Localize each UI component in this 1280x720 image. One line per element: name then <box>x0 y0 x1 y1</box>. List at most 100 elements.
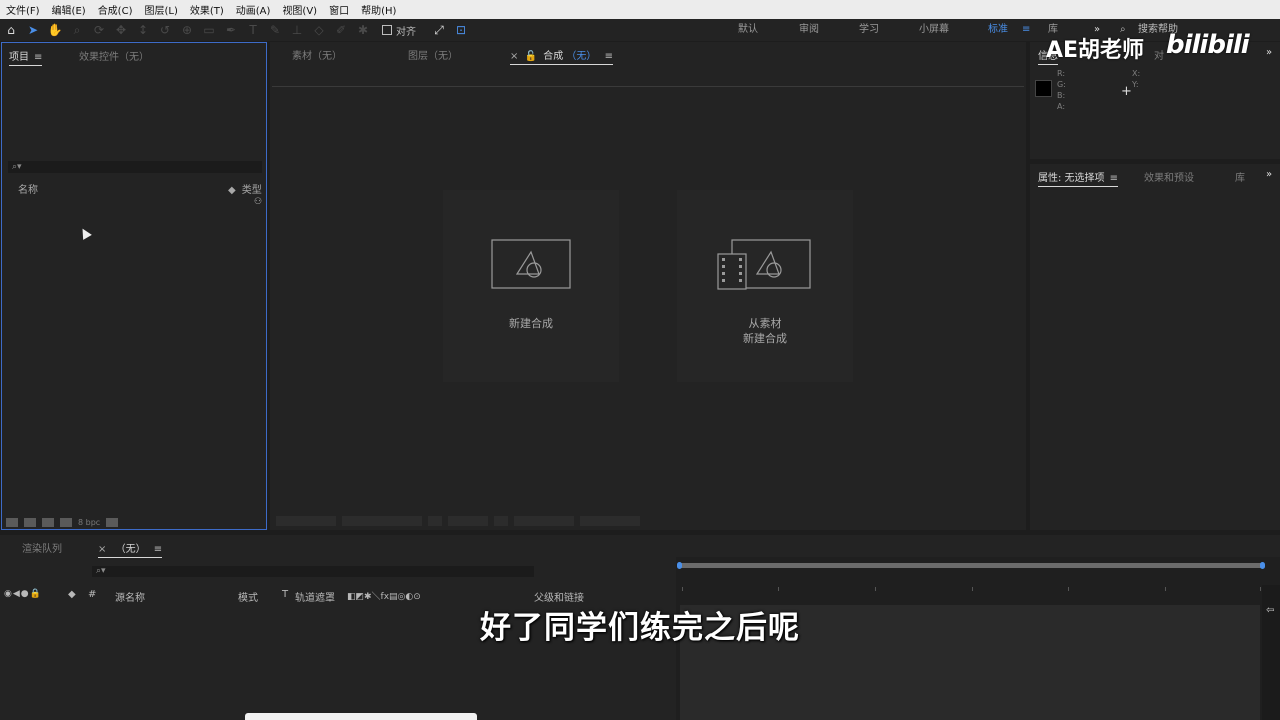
from-footage-label-2: 新建合成 <box>743 332 787 345</box>
region-toggle[interactable] <box>580 516 640 526</box>
tab-library[interactable]: 库 <box>1235 169 1245 184</box>
close-icon[interactable]: × <box>98 544 106 555</box>
anchor-tool-icon[interactable]: ⊕ <box>176 19 198 41</box>
workspace-standard[interactable]: 标准 <box>988 19 1008 41</box>
view-layout-dropdown[interactable] <box>514 516 574 526</box>
menu-help[interactable]: 帮助(H) <box>361 2 396 17</box>
composition-tabbar: 素材（无） 图层（无） × 🔓 合成 （无） ≡ <box>270 42 1026 65</box>
menu-layer[interactable]: 图层(L) <box>144 2 177 17</box>
menu-edit[interactable]: 编辑(E) <box>52 2 86 17</box>
menu-animation[interactable]: 动画(A) <box>236 2 271 17</box>
tab-properties[interactable]: 属性: 无选择项 ≡ <box>1038 169 1118 187</box>
tab-render-queue[interactable]: 渲染队列 <box>22 540 62 555</box>
interpret-footage-icon[interactable] <box>6 518 18 527</box>
project-panel: 项目 ≡ 效果控件（无） ⌕▾ 名称 ◆ 类型 ⚇ 8 bpc <box>1 42 267 530</box>
channel-dropdown[interactable] <box>448 516 488 526</box>
pen-tool-icon[interactable]: ✒ <box>220 19 242 41</box>
new-composition-from-footage-button[interactable]: 从素材 新建合成 <box>677 190 853 382</box>
tab-project-label: 项目 <box>9 52 29 63</box>
time-ruler[interactable] <box>678 587 1264 591</box>
dolly-tool-icon[interactable]: ↕ <box>132 19 154 41</box>
layer-switches-icons[interactable]: ◧◩✱＼fx▤◎◐⊙ <box>347 589 421 602</box>
orbit-tool-icon[interactable]: ⟳ <box>88 19 110 41</box>
panel-menu-icon[interactable]: ≡ <box>154 544 162 555</box>
coord-y: Y: <box>1132 80 1139 89</box>
brush-tool-icon[interactable]: ✎ <box>264 19 286 41</box>
new-composition-button[interactable]: 新建合成 <box>443 190 619 382</box>
channel-a: A: <box>1057 102 1066 111</box>
project-search-input[interactable]: ⌕▾ <box>8 161 262 173</box>
label-tag-icon: ◆ <box>228 185 236 196</box>
panel-menu-icon[interactable]: ≡ <box>605 51 613 62</box>
panel-menu-icon[interactable]: ≡ <box>34 52 42 63</box>
work-area-bar[interactable] <box>677 562 1265 569</box>
workspace-learn[interactable]: 学习 <box>859 19 879 41</box>
tab-effect-controls[interactable]: 效果控件（无） <box>79 48 149 63</box>
roto-brush-tool-icon[interactable]: ✐ <box>330 19 352 41</box>
clone-stamp-tool-icon[interactable]: ⊥ <box>286 19 308 41</box>
col-preserve-transparency[interactable]: T <box>282 589 288 600</box>
hand-tool-icon[interactable]: ✋ <box>44 19 66 41</box>
project-col-name[interactable]: 名称 <box>18 181 38 196</box>
tab-composition-suffix: （无） <box>566 51 597 62</box>
video-subtitle: 好了同学们练完之后呢 <box>480 610 800 646</box>
workspace-menu-icon[interactable]: ≡ <box>1022 19 1030 41</box>
home-icon[interactable]: ⌂ <box>0 19 22 41</box>
channel-r: R: <box>1057 69 1066 78</box>
lock-icon[interactable]: 🔓 <box>525 51 537 62</box>
menu-composition[interactable]: 合成(C) <box>98 2 133 17</box>
bpc-toggle[interactable]: 8 bpc <box>78 518 100 527</box>
snap-target-icon[interactable]: ⊡ <box>450 19 472 41</box>
menu-view[interactable]: 视图(V) <box>282 2 317 17</box>
tab-composition[interactable]: × 🔓 合成 （无） ≡ <box>510 47 613 65</box>
watermark-text: AE胡老师 <box>1046 38 1145 63</box>
camera-icon[interactable] <box>428 516 442 526</box>
timeline-search-input[interactable]: ⌕▾ <box>92 566 534 577</box>
menu-effect[interactable]: 效果(T) <box>190 2 224 17</box>
project-col-type[interactable]: ◆ 类型 <box>228 181 262 196</box>
panel-overflow-icon[interactable]: » <box>1266 169 1272 180</box>
new-folder-icon[interactable] <box>24 518 36 527</box>
zoom-tool-icon[interactable]: ⌕ <box>66 19 88 41</box>
puppet-tool-icon[interactable]: ✱ <box>352 19 374 41</box>
snap-options-icon[interactable]: ⤢ <box>428 19 450 41</box>
tab-effects-presets[interactable]: 效果和预设 <box>1144 169 1194 184</box>
workspace-default[interactable]: 默认 <box>738 19 758 41</box>
tab-timeline-comp[interactable]: × （无） ≡ <box>98 540 163 558</box>
adjust-settings-icon[interactable] <box>60 518 72 527</box>
workspace-review[interactable]: 审阅 <box>799 19 819 41</box>
close-icon[interactable]: × <box>510 51 518 62</box>
text-tool-icon[interactable]: T <box>242 19 264 41</box>
from-footage-label-1: 从素材 <box>748 317 782 330</box>
tab-footage[interactable]: 素材（无） <box>292 47 342 62</box>
after-effects-window: 文件(F) 编辑(E) 合成(C) 图层(L) 效果(T) 动画(A) 视图(V… <box>0 0 1280 720</box>
eraser-tool-icon[interactable]: ◇ <box>308 19 330 41</box>
exposure-icon[interactable] <box>494 516 508 526</box>
tab-layer[interactable]: 图层（无） <box>408 47 458 62</box>
workspace-small-screen[interactable]: 小屏幕 <box>919 19 949 41</box>
bilibili-logo: bilibili <box>1166 30 1250 60</box>
panel-menu-icon[interactable]: ≡ <box>1110 173 1118 184</box>
snapping-toggle[interactable]: 对齐 <box>382 23 416 38</box>
trash-icon[interactable] <box>106 518 119 527</box>
new-composition-icon[interactable] <box>42 518 54 527</box>
label-tag-icon[interactable]: ◆ <box>68 589 76 600</box>
magnification-dropdown[interactable] <box>276 516 336 526</box>
resolution-dropdown[interactable] <box>342 516 422 526</box>
rectangle-tool-icon[interactable]: ▭ <box>198 19 220 41</box>
selection-tool-icon[interactable]: ➤ <box>22 19 44 41</box>
rotate-tool-icon[interactable]: ↺ <box>154 19 176 41</box>
snapping-checkbox[interactable] <box>382 25 392 35</box>
properties-panel: 属性: 无选择项 ≡ 效果和预设 库 » <box>1030 164 1280 530</box>
xy-readout: X: Y: <box>1132 68 1140 90</box>
av-features-icons[interactable]: ◉◀●🔒 <box>4 589 42 599</box>
tab-audio[interactable]: 对 <box>1154 47 1164 62</box>
menu-file[interactable]: 文件(F) <box>6 2 40 17</box>
flowchart-icon[interactable]: ⚇ <box>254 197 262 207</box>
col-layer-number[interactable]: # <box>88 589 96 600</box>
pan-tool-icon[interactable]: ✥ <box>110 19 132 41</box>
panel-overflow-icon[interactable]: » <box>1266 47 1272 58</box>
composition-panel: 素材（无） 图层（无） × 🔓 合成 （无） ≡ 新建合成 从素材 新建合成 <box>270 42 1026 530</box>
menu-window[interactable]: 窗口 <box>329 2 349 17</box>
tab-project[interactable]: 项目 ≡ <box>9 48 43 66</box>
